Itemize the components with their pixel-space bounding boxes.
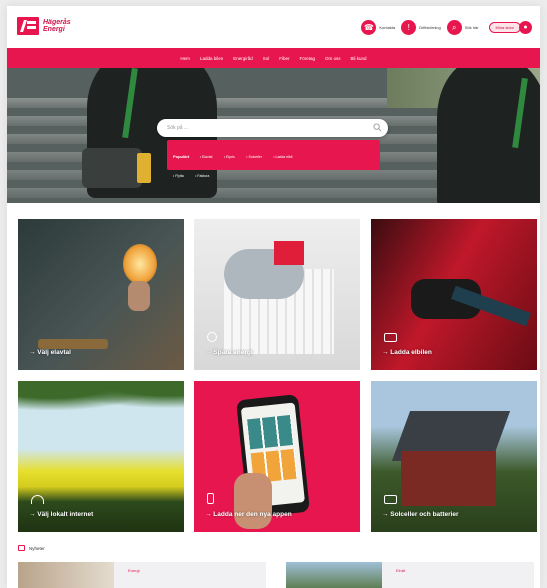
tile-label: → Välj lokalt internet	[29, 511, 94, 518]
news-card-tag: Elnät	[396, 568, 406, 573]
search-placeholder: Sök på ...	[167, 125, 189, 131]
magnifier-icon[interactable]	[373, 123, 382, 132]
newspaper-icon	[18, 545, 25, 551]
search-label: Sök här	[464, 25, 479, 30]
nav-item-charge[interactable]: Ladda bilen	[200, 56, 223, 61]
wifi-icon	[31, 495, 44, 504]
phone-icon	[207, 493, 214, 504]
top-bar: Hägerås Energi ☎ Kontakta ! Driftstörnin…	[7, 6, 540, 48]
solar-panel-icon	[384, 495, 397, 504]
logo-text: Hägerås Energi	[43, 19, 71, 33]
news-section: Nyheter Energi Elnät	[18, 545, 538, 588]
nav-item-home[interactable]: Hem	[180, 56, 190, 61]
suggestion-chip[interactable]: • Flytta	[173, 174, 184, 178]
contact-link[interactable]: ☎ Kontakta	[361, 20, 395, 35]
search-bar[interactable]: Sök på ...	[157, 119, 388, 137]
alert-icon: !	[401, 20, 417, 35]
nav-item-energy[interactable]: Energiråd	[233, 56, 253, 61]
tile-download-app[interactable]: → Ladda ner den nya appen	[194, 381, 360, 532]
main-nav: Hem Ladda bilen Energiråd Sol Fiber Före…	[7, 48, 540, 68]
contact-label: Kontakta	[379, 25, 396, 30]
service-tiles: → Välj elavtal → Spara energi → Ladda el…	[18, 219, 537, 532]
house-wall	[401, 451, 496, 506]
my-pages-label: Mina sidor	[488, 22, 521, 33]
search-icon: ⌕	[446, 20, 462, 35]
nav-item-fiber[interactable]: Fiber	[279, 56, 289, 61]
suggestion-chip[interactable]: • Faktura	[195, 174, 209, 178]
tile-label: → Ladda ner den nya appen	[205, 511, 292, 518]
house-model	[274, 241, 304, 265]
search-suggestions: Populärt • Elavtal • Elpris • Solceller …	[167, 140, 380, 178]
bulb-icon	[123, 244, 157, 284]
tile-label: → Spara energi	[205, 349, 253, 356]
suggestion-chip[interactable]: • Ladda elbil	[273, 155, 292, 159]
news-card[interactable]: Energi	[18, 562, 266, 588]
user-icon: ●	[519, 21, 532, 34]
tile-label: → Välj elavtal	[29, 349, 71, 356]
news-card-image	[286, 562, 382, 588]
tile-electricity-contract[interactable]: → Välj elavtal	[18, 219, 184, 370]
hero-banner: Sök på ... Populärt • Elavtal • Elpris •…	[7, 68, 540, 203]
suggestion-chip[interactable]: • Elpris	[224, 155, 235, 159]
news-header: Nyheter	[18, 545, 538, 551]
my-pages-button[interactable]: Mina sidor ●	[488, 21, 532, 34]
hand	[234, 473, 272, 529]
logo-mark	[17, 17, 39, 35]
flower-icon	[207, 332, 217, 342]
worker-hand	[82, 148, 142, 188]
suggestion-chip[interactable]: • Solceller	[246, 155, 262, 159]
coin-stacks	[38, 339, 108, 349]
page: Hägerås Energi ☎ Kontakta ! Driftstörnin…	[7, 6, 540, 588]
top-links: ☎ Kontakta ! Driftstörning ⌕ Sök här Min…	[355, 20, 532, 35]
news-card-image	[18, 562, 114, 588]
outage-link[interactable]: ! Driftstörning	[401, 20, 441, 35]
logo[interactable]: Hägerås Energi	[17, 17, 83, 35]
nav-item-solar[interactable]: Sol	[263, 56, 270, 61]
suggestions-title: Populärt	[173, 154, 190, 159]
hand	[128, 281, 150, 311]
nav-item-become-customer[interactable]: Bli kund	[351, 56, 367, 61]
drill	[137, 153, 151, 183]
nav-item-business[interactable]: Företag	[300, 56, 316, 61]
news-card[interactable]: Elnät	[286, 562, 534, 588]
car-icon	[384, 333, 397, 342]
phone-icon: ☎	[361, 20, 377, 35]
tree-canopy	[18, 381, 184, 416]
tile-charge-car[interactable]: → Ladda elbilen	[371, 219, 537, 370]
tile-label: → Solceller och batterier	[382, 511, 459, 518]
news-title: Nyheter	[29, 545, 45, 551]
search-link[interactable]: ⌕ Sök här	[446, 20, 479, 35]
tile-local-internet[interactable]: → Välj lokalt internet	[18, 381, 184, 532]
tile-save-energy[interactable]: → Spara energi	[194, 219, 360, 370]
news-card-tag: Energi	[128, 568, 140, 573]
outage-label: Driftstörning	[419, 25, 441, 30]
tile-label: → Ladda elbilen	[382, 349, 432, 356]
app-tiles	[247, 414, 294, 450]
suggestion-chip[interactable]: • Elavtal	[200, 155, 213, 159]
nav-item-about[interactable]: Om oss	[325, 56, 341, 61]
tile-solar-batteries[interactable]: → Solceller och batterier	[371, 381, 537, 532]
